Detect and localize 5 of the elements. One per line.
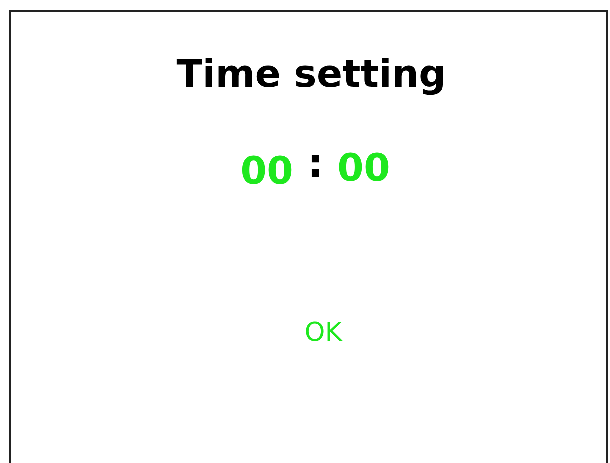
minutes-value[interactable]: 00 — [338, 148, 390, 187]
hours-value[interactable]: 00 — [240, 152, 294, 190]
ok-button[interactable]: OK — [300, 318, 346, 348]
dialog-title: Time setting — [176, 52, 446, 98]
time-separator: : — [308, 144, 324, 184]
